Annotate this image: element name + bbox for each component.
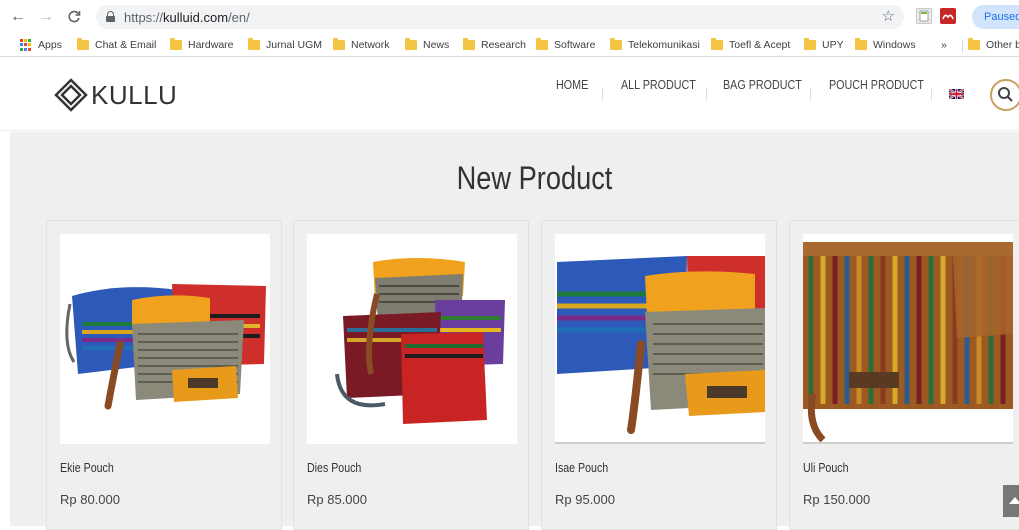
product-price: Rp 95.000 [555,492,615,507]
folder-icon [804,38,816,50]
menu-item-pouch-product[interactable]: POUCH PRODUCT [829,78,924,92]
menu-divider [931,87,932,101]
product-photo[interactable] [307,234,517,444]
product-card[interactable]: Isae Pouch Rp 95.000 [541,220,777,530]
menu-item-bag-product[interactable]: BAG PRODUCT [723,78,802,92]
scroll-to-top-button[interactable] [1003,485,1019,517]
bookmark-folder[interactable]: UPY [804,37,844,53]
kullu-logo-mark-icon [54,78,88,112]
product-photo[interactable] [555,234,765,444]
bookmark-folder[interactable]: Jurnal UGM [248,37,322,53]
browser-toolbar: ← → https://kulluid.com/en/ ☆ Paused [0,0,1019,33]
bookmark-other[interactable]: Other b [968,37,1019,53]
bookmarks-divider [962,39,963,53]
search-button[interactable] [990,79,1019,111]
bookmarks-bar: Apps Chat & Email Hardware Jurnal UGM Ne… [0,33,1019,57]
menu-item-home[interactable]: HOME [556,78,588,92]
search-icon [998,87,1013,102]
bookmark-folder[interactable]: Network [333,37,390,53]
bookmark-apps[interactable]: Apps [20,37,62,53]
apps-grid-icon [20,39,32,51]
extension-mendeley-icon[interactable] [940,8,956,24]
product-name[interactable]: Isae Pouch [555,461,608,475]
folder-icon [968,38,980,50]
reload-icon[interactable] [64,7,84,27]
product-price: Rp 80.000 [60,492,120,507]
product-card[interactable]: Uli Pouch Rp 150.000 [789,220,1019,530]
uk-flag-icon[interactable] [949,89,964,99]
bookmark-folder[interactable]: News [405,37,449,53]
folder-icon [536,38,548,50]
web-page: KULLU HOME ALL PRODUCT BAG PRODUCT POUCH… [0,57,1019,530]
menu-divider [810,87,811,101]
folder-icon [77,38,89,50]
bookmark-folder[interactable]: Chat & Email [77,37,156,53]
product-name[interactable]: Uli Pouch [803,461,848,475]
folder-icon [610,38,622,50]
address-bar[interactable]: https://kulluid.com/en/ ☆ [96,5,904,29]
profile-paused-button[interactable]: Paused [972,5,1019,29]
folder-icon [711,38,723,50]
bookmark-folder[interactable]: Software [536,37,595,53]
bookmark-folder[interactable]: Windows [855,37,916,53]
bookmark-folder[interactable]: Telekomunikasi [610,37,700,53]
product-name[interactable]: Dies Pouch [307,461,361,475]
product-card[interactable]: Dies Pouch Rp 85.000 [293,220,529,530]
lock-icon [106,11,115,22]
bookmark-folder[interactable]: Toefl & Acept [711,37,790,53]
folder-icon [333,38,345,50]
section-title: New Product [456,160,613,196]
bookmarks-overflow-button[interactable]: » [941,37,947,53]
bookmark-star-icon[interactable]: ☆ [882,7,895,25]
site-logo[interactable]: KULLU [54,77,177,113]
extension-calculator-icon[interactable] [916,8,932,24]
menu-divider [602,87,603,101]
bookmark-folder[interactable]: Research [463,37,526,53]
product-card[interactable]: Ekie Pouch Rp 80.000 [46,220,282,530]
url-text: https://kulluid.com/en/ [124,10,250,25]
logo-wordmark: KULLU [91,79,178,110]
folder-icon [855,38,867,50]
product-price: Rp 150.000 [803,492,871,507]
new-product-section: New Product Ekie Pouch Rp 80.000 Dies Po… [10,132,1019,530]
folder-icon [405,38,417,50]
menu-item-all-product[interactable]: ALL PRODUCT [621,78,696,92]
folder-icon [463,38,475,50]
product-photo[interactable] [803,234,1013,444]
bookmark-folder[interactable]: Hardware [170,37,234,53]
product-price: Rp 85.000 [307,492,367,507]
menu-divider [706,87,707,101]
product-photo[interactable] [60,234,270,444]
forward-icon[interactable]: → [36,7,56,27]
back-icon[interactable]: ← [8,7,28,27]
product-name[interactable]: Ekie Pouch [60,461,114,475]
folder-icon [170,38,182,50]
site-header: KULLU HOME ALL PRODUCT BAG PRODUCT POUCH… [0,57,1019,131]
folder-icon [248,38,260,50]
